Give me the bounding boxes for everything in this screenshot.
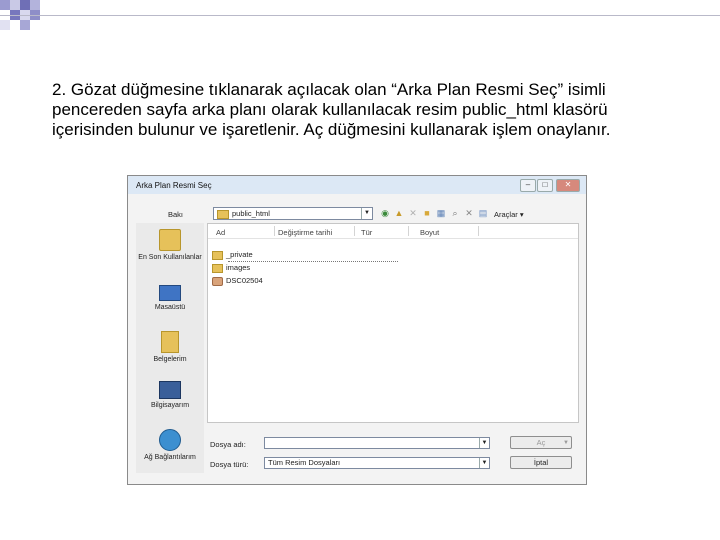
place-label: Masaüstü: [154, 304, 186, 311]
decor-square: [0, 0, 10, 10]
column-header-row: Ad Değiştirme tarihi Tür Boyut: [208, 224, 578, 239]
file-name: DSC02504: [226, 276, 263, 285]
place-documents[interactable]: Belgelerim: [136, 331, 204, 364]
decor-square: [10, 0, 20, 10]
chevron-down-icon[interactable]: ▼: [479, 458, 489, 468]
file-name: images: [226, 263, 251, 272]
top-divider: [0, 15, 720, 16]
look-in-label: Bakı: [168, 210, 184, 219]
list-item[interactable]: DSC02504: [212, 276, 263, 286]
step-text: Gözat düğmesine tıklanarak açılacak olan…: [52, 80, 611, 139]
decor-square: [30, 0, 40, 10]
chevron-down-icon: ▼: [563, 440, 569, 446]
column-size[interactable]: Boyut: [420, 228, 439, 237]
open-label: Aç: [536, 438, 546, 447]
filename-input[interactable]: ▼: [264, 437, 490, 449]
up-folder-icon[interactable]: ▲: [394, 208, 404, 218]
open-button[interactable]: Aç ▼: [510, 436, 572, 449]
place-desktop[interactable]: Masaüstü: [136, 285, 204, 312]
column-name[interactable]: Ad: [216, 228, 225, 237]
decor-square: [0, 20, 10, 30]
column-separator[interactable]: [478, 226, 479, 236]
folder-icon: [212, 263, 223, 273]
chevron-down-icon: ▼: [361, 208, 372, 219]
minimize-button[interactable]: –: [520, 179, 536, 192]
look-in-dropdown[interactable]: public_html ▼: [213, 207, 373, 220]
delete-file-icon[interactable]: ✕: [464, 208, 474, 218]
column-separator[interactable]: [408, 226, 409, 236]
close-button[interactable]: ✕: [556, 179, 580, 192]
chevron-down-icon[interactable]: ▼: [479, 438, 489, 448]
tools-menu[interactable]: Araçlar ▾: [494, 210, 524, 219]
selection-dotted-line: [228, 261, 398, 262]
list-item[interactable]: images: [212, 263, 250, 273]
column-separator[interactable]: [354, 226, 355, 236]
look-in-value: public_html: [232, 209, 270, 218]
maximize-button[interactable]: □: [537, 179, 553, 192]
filetype-value: Tüm Resim Dosyaları: [268, 458, 341, 467]
place-label: Ağ Bağlantılarım: [144, 454, 196, 461]
dialog-title: Arka Plan Resmi Seç: [136, 181, 212, 190]
documents-icon: [161, 331, 179, 353]
search-icon[interactable]: ⌕: [450, 208, 460, 218]
place-network[interactable]: Ağ Bağlantılarım: [136, 429, 204, 462]
dialog-titlebar: Arka Plan Resmi Seç – □ ✕: [128, 176, 586, 194]
places-bar: En Son Kullanılanlar Masaüstü Belgelerim…: [136, 223, 204, 473]
delete-icon[interactable]: ✕: [408, 208, 418, 218]
slide-paragraph: 2. Gözat düğmesine tıklanarak açılacak o…: [52, 80, 672, 140]
decor-square: [20, 20, 30, 30]
desktop-icon: [159, 285, 181, 301]
tools-label: Araçlar: [494, 210, 518, 219]
filetype-label: Dosya türü:: [210, 460, 249, 469]
filetype-dropdown[interactable]: Tüm Resim Dosyaları ▼: [264, 457, 490, 469]
column-modified[interactable]: Değiştirme tarihi: [278, 228, 332, 237]
list-item[interactable]: _private: [212, 250, 253, 260]
file-name: _private: [226, 250, 253, 259]
column-separator[interactable]: [274, 226, 275, 236]
column-type[interactable]: Tür: [361, 228, 372, 237]
computer-icon: [159, 381, 181, 399]
file-open-dialog: Arka Plan Resmi Seç – □ ✕ Bakı public_ht…: [127, 175, 587, 485]
folder-icon: [212, 250, 223, 260]
back-icon[interactable]: ◉: [380, 208, 390, 218]
place-label: En Son Kullanılanlar: [138, 254, 202, 261]
place-label: Belgelerim: [153, 356, 187, 363]
views-icon[interactable]: ▦: [436, 208, 446, 218]
cancel-label: İptal: [533, 458, 549, 467]
place-recent[interactable]: En Son Kullanılanlar: [136, 229, 204, 262]
filename-label: Dosya adı:: [210, 440, 246, 449]
details-icon[interactable]: ▤: [478, 208, 488, 218]
folder-icon: [217, 210, 229, 219]
place-computer[interactable]: Bilgisayarım: [136, 381, 204, 410]
decor-square: [20, 0, 30, 10]
cancel-button[interactable]: İptal: [510, 456, 572, 469]
place-label: Bilgisayarım: [150, 402, 190, 409]
network-icon: [159, 429, 181, 451]
new-folder-icon[interactable]: ■: [422, 208, 432, 218]
image-file-icon: [212, 276, 223, 286]
step-number: 2.: [52, 80, 67, 99]
recent-folder-icon: [159, 229, 181, 251]
file-list[interactable]: Ad Değiştirme tarihi Tür Boyut _private …: [207, 223, 579, 423]
